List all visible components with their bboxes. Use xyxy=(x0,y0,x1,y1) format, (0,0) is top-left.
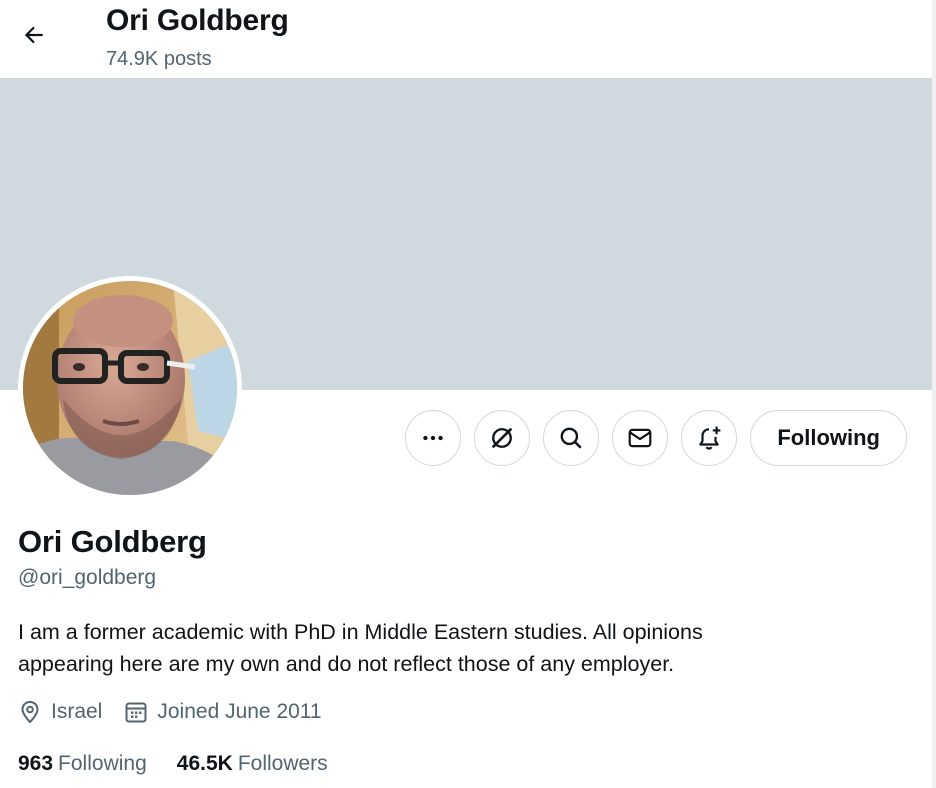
location-pin-icon xyxy=(21,700,39,724)
location: Israel xyxy=(18,700,102,724)
join-date-text: Joined June 2011 xyxy=(157,700,322,723)
more-button[interactable] xyxy=(405,410,462,466)
join-date: Joined June 2011 xyxy=(124,700,322,724)
avatar[interactable] xyxy=(18,276,242,500)
following-button[interactable]: Following xyxy=(750,410,907,466)
search-icon xyxy=(560,427,583,449)
back-arrow-icon xyxy=(24,26,43,44)
posts-count: 74.9K posts xyxy=(106,48,212,70)
followers-count: 46.5K xyxy=(176,752,233,775)
search-button[interactable] xyxy=(543,410,600,466)
profile-name: Ori Goldberg xyxy=(18,524,207,559)
following-stat-link[interactable]: 963 Following xyxy=(18,752,147,776)
profile-meta: Israel Joined June 2011 xyxy=(18,700,344,724)
message-button[interactable] xyxy=(612,410,669,466)
following-label: Following xyxy=(58,752,147,775)
more-icon xyxy=(423,435,444,441)
scrollbar[interactable] xyxy=(932,0,936,788)
profile-bio: I am a former academic with PhD in Middl… xyxy=(18,620,703,676)
grok-icon xyxy=(492,427,513,449)
avatar-photo xyxy=(23,281,237,495)
calendar-icon xyxy=(125,702,147,723)
profile-actions: Following xyxy=(405,410,907,466)
followers-stat-link[interactable]: 46.5K Followers xyxy=(177,752,328,776)
profile-handle: @ori_goldberg xyxy=(18,566,157,589)
back-button[interactable] xyxy=(14,15,54,55)
profile-header: Ori Goldberg 74.9K posts xyxy=(0,0,932,78)
message-icon xyxy=(628,428,652,448)
location-text: Israel xyxy=(51,700,103,723)
grok-button[interactable] xyxy=(474,410,531,466)
header-title: Ori Goldberg xyxy=(106,4,289,37)
following-count: 963 xyxy=(18,752,54,775)
notifications-button[interactable] xyxy=(681,410,738,466)
notification-bell-icon xyxy=(699,426,721,450)
follow-stats: 963 Following 46.5K Followers xyxy=(18,752,358,776)
followers-label: Followers xyxy=(237,752,328,775)
